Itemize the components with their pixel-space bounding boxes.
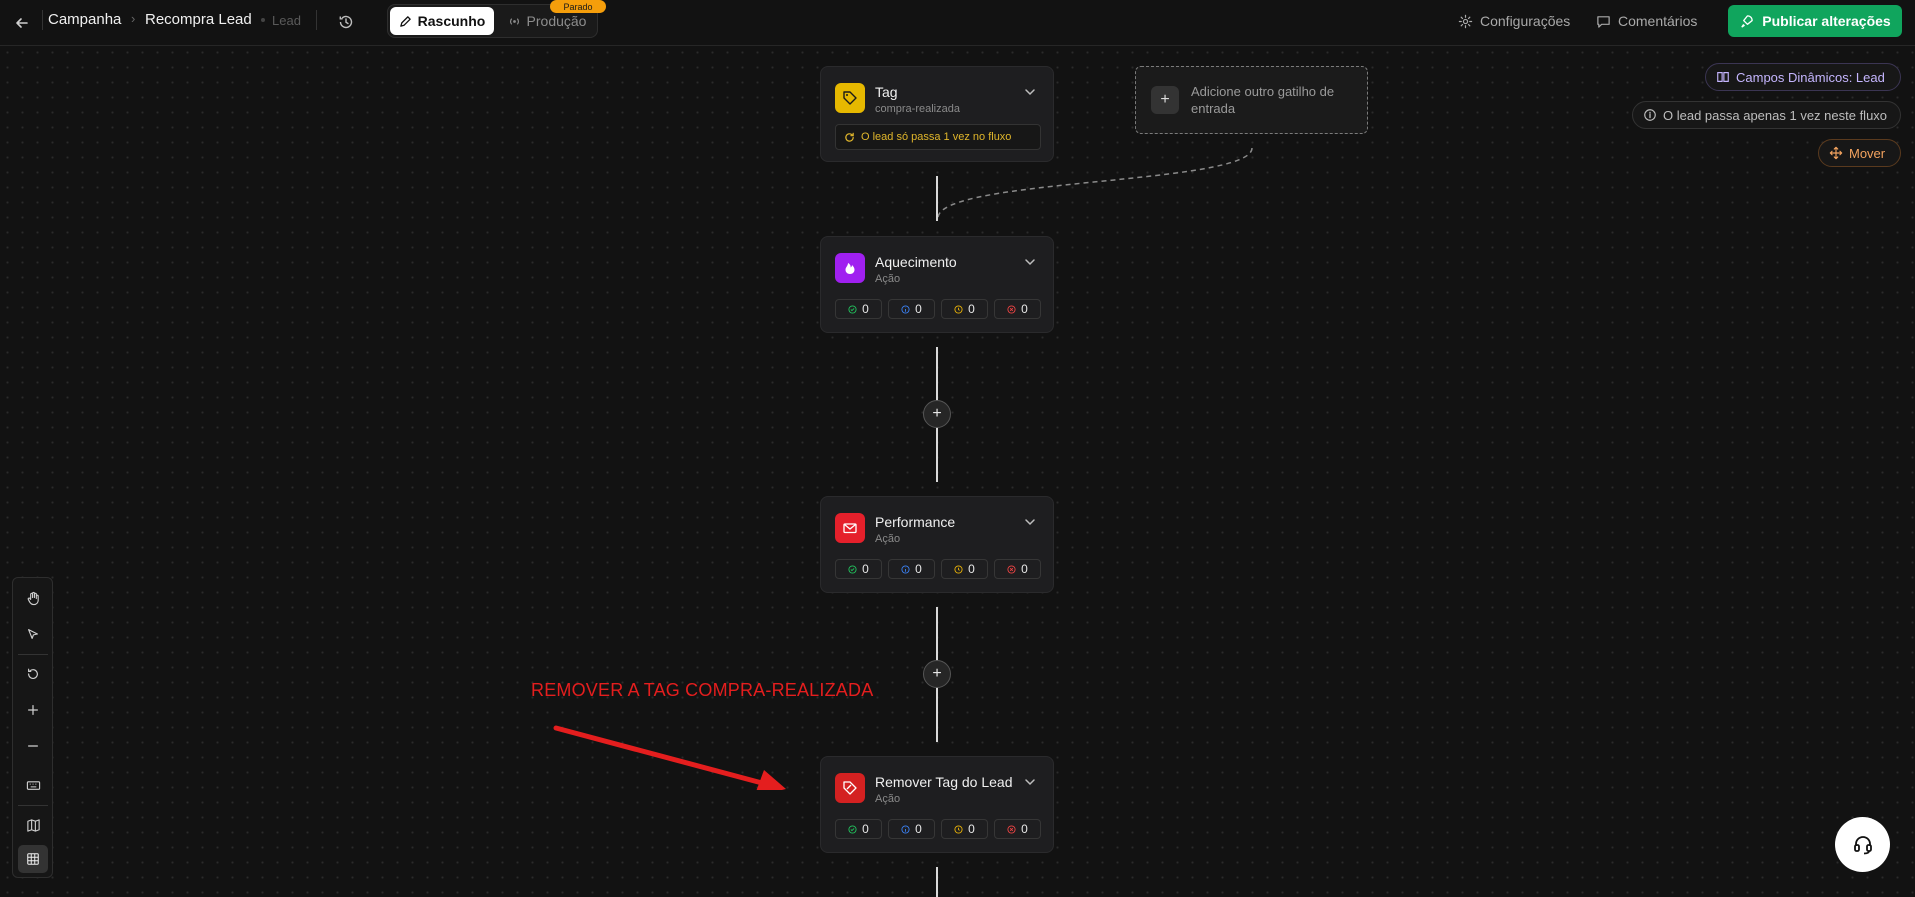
zoom-out-icon[interactable] <box>18 732 48 760</box>
add-step-button[interactable]: + <box>923 400 951 428</box>
grid-icon[interactable] <box>18 845 48 873</box>
stat-success[interactable]: 0 <box>835 819 882 839</box>
stat-value: 0 <box>968 822 975 836</box>
info-circle-icon <box>901 824 910 834</box>
clock-icon <box>954 304 963 314</box>
info-circle-icon <box>901 564 910 574</box>
node-subtitle: Ação <box>875 793 901 805</box>
plus-icon: + <box>1151 86 1179 114</box>
reset-view-icon[interactable] <box>18 660 48 688</box>
stat-value: 0 <box>862 562 869 576</box>
action-node-performance[interactable]: Performance Ação 0 0 0 0 <box>820 496 1054 593</box>
flow-connector <box>936 867 938 897</box>
info-circle-icon <box>901 304 910 314</box>
x-circle-icon <box>1007 824 1016 834</box>
check-circle-icon <box>848 824 857 834</box>
stat-value: 0 <box>1021 562 1028 576</box>
canvas-toolbar <box>12 577 53 878</box>
x-circle-icon <box>1007 304 1016 314</box>
map-icon[interactable] <box>18 811 48 839</box>
add-entry-trigger-label: Adicione outro gatilho de entrada <box>1191 84 1335 116</box>
node-title: Aquecimento <box>875 254 957 270</box>
stat-value: 0 <box>1021 302 1028 316</box>
stat-value: 0 <box>915 822 922 836</box>
node-stats: 0 0 0 0 <box>835 299 1041 319</box>
stat-info[interactable]: 0 <box>888 819 935 839</box>
toolbar-divider <box>18 654 48 655</box>
stat-error[interactable]: 0 <box>994 559 1041 579</box>
check-circle-icon <box>848 564 857 574</box>
chevron-down-icon[interactable] <box>1023 255 1037 269</box>
node-subtitle: compra-realizada <box>875 103 960 115</box>
x-circle-icon <box>1007 564 1016 574</box>
chevron-down-icon[interactable] <box>1023 85 1037 99</box>
node-stats: 0 0 0 0 <box>835 559 1041 579</box>
tag-icon <box>835 83 865 113</box>
node-stats: 0 0 0 0 <box>835 819 1041 839</box>
stat-success[interactable]: 0 <box>835 299 882 319</box>
add-step-button[interactable]: + <box>923 660 951 688</box>
stat-value: 0 <box>1021 822 1028 836</box>
single-pass-note-text: O lead só passa 1 vez no fluxo <box>861 131 1012 143</box>
toolbar-divider <box>18 805 48 806</box>
stat-pending[interactable]: 0 <box>941 819 988 839</box>
check-circle-icon <box>848 304 857 314</box>
flow-connector <box>936 176 938 221</box>
annotation-text: REMOVER A TAG COMPRA-REALIZADA <box>531 680 874 700</box>
action-node-remove-tag[interactable]: Remover Tag do Lead Ação 0 0 0 0 <box>820 756 1054 853</box>
stat-value: 0 <box>968 302 975 316</box>
stat-value: 0 <box>915 302 922 316</box>
clock-icon <box>954 824 963 834</box>
stat-value: 0 <box>968 562 975 576</box>
node-subtitle: Ação <box>875 533 901 545</box>
keyboard-icon[interactable] <box>18 771 48 799</box>
stat-info[interactable]: 0 <box>888 559 935 579</box>
mail-icon <box>835 513 865 543</box>
node-title: Remover Tag do Lead <box>875 774 1013 790</box>
node-title: Performance <box>875 514 956 530</box>
support-headset-icon[interactable] <box>1835 817 1890 872</box>
stat-value: 0 <box>862 822 869 836</box>
stat-error[interactable]: 0 <box>994 299 1041 319</box>
stat-pending[interactable]: 0 <box>941 559 988 579</box>
chevron-down-icon[interactable] <box>1023 515 1037 529</box>
annotation-arrow-icon <box>553 725 786 790</box>
zoom-in-icon[interactable] <box>18 696 48 724</box>
stat-error[interactable]: 0 <box>994 819 1041 839</box>
action-node-aquecimento[interactable]: Aquecimento Ação 0 0 0 0 <box>820 236 1054 333</box>
stat-value: 0 <box>915 562 922 576</box>
stat-pending[interactable]: 0 <box>941 299 988 319</box>
hand-icon[interactable] <box>18 584 48 612</box>
chevron-down-icon[interactable] <box>1023 775 1037 789</box>
tag-remove-icon <box>835 773 865 803</box>
node-title: Tag <box>875 84 898 100</box>
stat-value: 0 <box>862 302 869 316</box>
stat-success[interactable]: 0 <box>835 559 882 579</box>
pointer-icon[interactable] <box>18 620 48 648</box>
stat-info[interactable]: 0 <box>888 299 935 319</box>
refresh-icon <box>845 132 854 142</box>
trigger-node-tag[interactable]: Tag compra-realizada O lead só passa 1 v… <box>820 66 1054 162</box>
flame-icon <box>835 253 865 283</box>
single-pass-note: O lead só passa 1 vez no fluxo <box>835 124 1041 150</box>
add-entry-trigger-button[interactable]: + Adicione outro gatilho de entrada <box>1135 66 1368 134</box>
node-subtitle: Ação <box>875 273 901 285</box>
clock-icon <box>954 564 963 574</box>
